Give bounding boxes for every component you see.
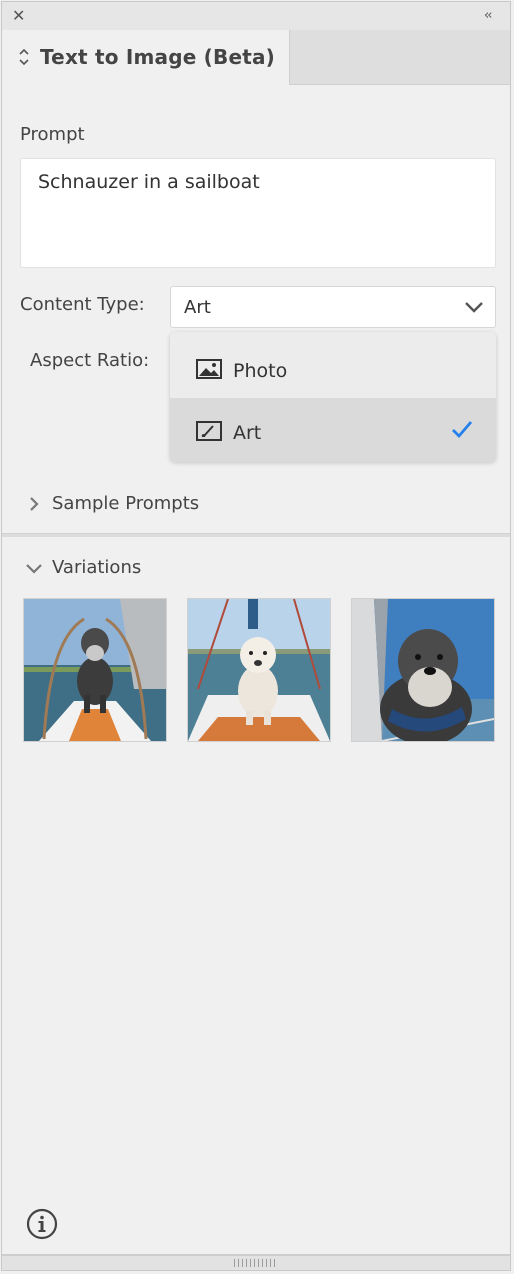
resize-grip-handle[interactable] [234, 1259, 276, 1267]
content-type-label: Content Type: [20, 294, 145, 315]
menu-item-photo[interactable]: Photo [170, 336, 496, 400]
tab-text-to-image[interactable]: Text to Image (Beta) [2, 30, 290, 85]
chevron-down-icon [26, 564, 42, 574]
panel-bottom-bar [2, 1254, 510, 1270]
panel-title-bar: ✕ ‹‹ [2, 2, 510, 31]
tab-row: Text to Image (Beta) [2, 30, 510, 85]
variations-section[interactable]: Variations [2, 548, 510, 588]
section-divider [2, 533, 510, 537]
schnauzer-closeup-image [352, 599, 494, 741]
prompt-text: Schnauzer in a sailboat [38, 171, 260, 193]
sample-prompts-label: Sample Prompts [52, 493, 200, 514]
art-brush-icon [196, 421, 222, 441]
tab-label: Text to Image (Beta) [40, 45, 276, 69]
content-type-value: Art [184, 297, 211, 318]
chevron-right-icon [30, 497, 39, 511]
menu-item-label: Art [233, 422, 262, 444]
checkmark-icon [452, 421, 473, 439]
expand-collapse-icon [19, 48, 29, 66]
image-icon [196, 359, 222, 379]
variation-thumbnail-3[interactable] [351, 598, 495, 742]
chevron-down-icon [465, 302, 483, 313]
menu-item-art[interactable]: Art [170, 398, 496, 462]
aspect-ratio-label: Aspect Ratio: [30, 350, 150, 371]
schnauzer-on-bow-image [24, 599, 166, 741]
content-type-menu: Photo Art [170, 332, 496, 462]
close-icon[interactable]: ✕ [12, 8, 28, 24]
prompt-textarea[interactable]: Schnauzer in a sailboat [20, 158, 496, 268]
collapse-panel-icon[interactable]: ‹‹ [484, 8, 500, 24]
info-icon[interactable] [26, 1208, 58, 1240]
menu-item-label: Photo [233, 360, 288, 382]
content-type-dropdown[interactable]: Art [170, 286, 496, 328]
variation-thumbnail-2[interactable] [187, 598, 331, 742]
sample-prompts-section[interactable]: Sample Prompts [2, 484, 510, 524]
text-to-image-panel: ✕ ‹‹ Text to Image (Beta) Prompt Schnauz… [1, 1, 511, 1271]
variations-label: Variations [52, 557, 142, 578]
variation-thumbnail-1[interactable] [23, 598, 167, 742]
prompt-label: Prompt [20, 124, 85, 145]
terrier-on-deck-image [188, 599, 330, 741]
